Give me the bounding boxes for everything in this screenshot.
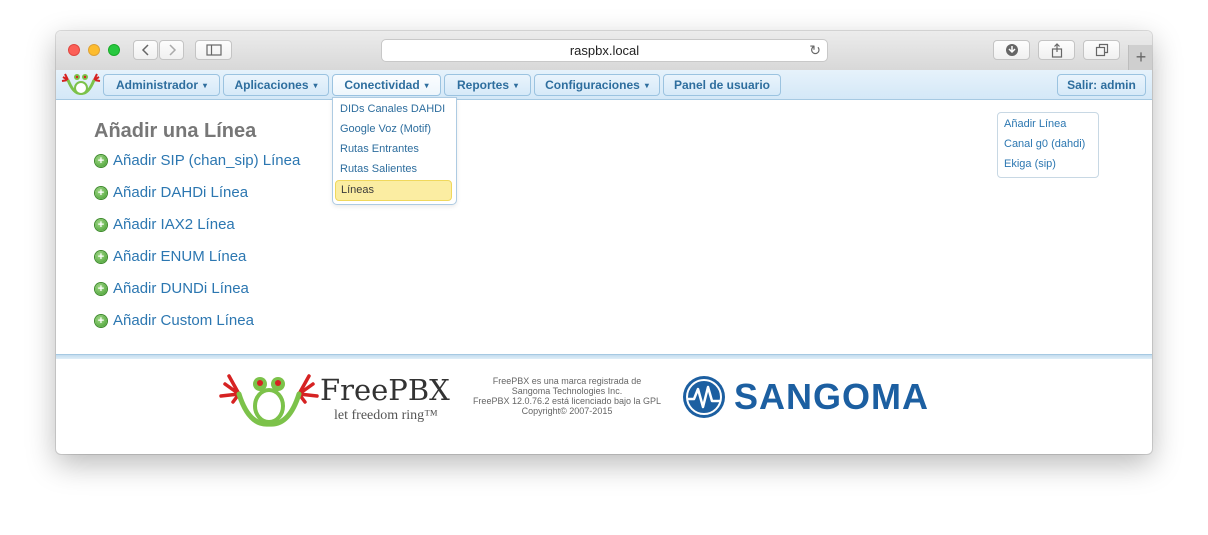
caret-down-icon: ▾ [203, 81, 208, 90]
menu-label: Conectividad [344, 78, 420, 92]
add-enum-trunk-link[interactable]: + Añadir ENUM Línea [95, 248, 246, 266]
sangoma-wordmark: SANGOMA [734, 376, 929, 417]
add-circle-icon: + [95, 187, 107, 199]
browser-titlebar: raspbx.local ↻ + [56, 31, 1152, 71]
menu-reportes[interactable]: Reportes ▾ [444, 74, 531, 96]
list-item: + Añadir ENUM Línea [95, 248, 300, 280]
dropdown-item-rutas-salientes[interactable]: Rutas Salientes [335, 160, 452, 179]
dropdown-item-lineas[interactable]: Líneas [335, 180, 452, 201]
footer-divider [56, 354, 1152, 359]
footer-line: Sangoma Technologies Inc. [511, 386, 623, 396]
download-icon [1005, 44, 1018, 56]
list-item: + Añadir DAHDi Línea [95, 184, 300, 216]
add-sip-trunk-link[interactable]: + Añadir SIP (chan_sip) Línea [95, 152, 300, 170]
url-text: raspbx.local [569, 43, 640, 58]
menu-label: Administrador [115, 78, 198, 92]
conectividad-dropdown: DIDs Canales DAHDI Google Voz (Motif) Ru… [332, 97, 457, 205]
dropdown-item-rutas-entrantes[interactable]: Rutas Entrantes [335, 140, 452, 159]
add-circle-icon: + [95, 251, 107, 263]
menu-administrador[interactable]: Administrador ▾ [103, 74, 220, 96]
footer-line: FreePBX es una marca registrada de [492, 376, 642, 386]
tabs-icon [1095, 43, 1108, 57]
logout-label: Salir: admin [1067, 78, 1136, 92]
menu-label: Aplicaciones [234, 78, 309, 92]
sangoma-logo-icon[interactable] [682, 375, 726, 419]
menu-conectividad[interactable]: Conectividad ▾ [332, 74, 441, 96]
chevron-left-icon [141, 44, 149, 56]
caret-down-icon: ▾ [514, 81, 519, 90]
link-label: Añadir IAX2 Línea [113, 216, 235, 233]
add-circle-icon: + [95, 219, 107, 231]
sidebar-icon [205, 44, 222, 56]
add-circle-icon: + [95, 283, 107, 295]
new-tab-button[interactable]: + [1128, 45, 1152, 70]
freepbx-frog-logo-small[interactable] [60, 71, 102, 97]
sidebar-link-ekiga[interactable]: Ekiga (sip) [1004, 158, 1056, 170]
link-label: Añadir DUNDi Línea [113, 280, 249, 297]
dropdown-item-google-voz[interactable]: Google Voz (Motif) [335, 120, 452, 139]
footer-line: Copyright© 2007-2015 [521, 406, 613, 416]
sidebar-link-add-trunk[interactable]: Añadir Línea [1004, 118, 1066, 130]
link-label: Añadir Custom Línea [113, 312, 254, 329]
footer-line: FreePBX 12.0.76.2 está licenciado bajo l… [472, 396, 662, 406]
chevron-right-icon [168, 44, 176, 56]
list-item: + Añadir SIP (chan_sip) Línea [95, 152, 300, 184]
trunk-sidebar: Añadir Línea Canal g0 (dahdi) Ekiga (sip… [997, 112, 1099, 178]
list-item: + Añadir DUNDi Línea [95, 280, 300, 312]
menu-label: Configuraciones [545, 78, 640, 92]
freepbx-menubar: Administrador ▾ Aplicaciones ▾ Conectivida… [56, 70, 1152, 100]
share-icon [1051, 42, 1062, 58]
add-trunk-list: + Añadir SIP (chan_sip) Línea + Añadir DAH… [95, 152, 300, 344]
link-label: Añadir ENUM Línea [113, 248, 247, 265]
dropdown-item-dids[interactable]: DIDs Canales DAHDI [335, 100, 452, 119]
address-bar[interactable]: raspbx.local ↻ [381, 39, 828, 62]
list-item: + Añadir Custom Línea [95, 312, 300, 344]
footer-legal-text: FreePBX es una marca registrada de Sango… [458, 376, 676, 416]
add-dahdi-trunk-link[interactable]: + Añadir DAHDi Línea [95, 184, 248, 202]
menu-label: Panel de usuario [673, 78, 771, 92]
freepbx-frog-logo[interactable] [219, 372, 319, 428]
reload-icon[interactable]: ↻ [809, 40, 821, 61]
menu-panel-de-usuario[interactable]: Panel de usuario [663, 74, 781, 96]
add-dundi-trunk-link[interactable]: + Añadir DUNDi Línea [95, 280, 249, 298]
add-iax2-trunk-link[interactable]: + Añadir IAX2 Línea [95, 216, 235, 234]
back-button[interactable] [133, 40, 158, 60]
share-button[interactable] [1038, 40, 1075, 60]
add-circle-icon: + [95, 155, 107, 167]
menu-label: Reportes [456, 78, 509, 92]
minimize-window-button[interactable] [88, 44, 100, 56]
logout-button[interactable]: Salir: admin [1057, 74, 1146, 96]
close-window-button[interactable] [68, 44, 80, 56]
freepbx-tagline: let freedom ring™ [334, 408, 438, 423]
downloads-button[interactable] [993, 40, 1030, 60]
menu-configuraciones[interactable]: Configuraciones ▾ [534, 74, 660, 96]
add-custom-trunk-link[interactable]: + Añadir Custom Línea [95, 312, 254, 330]
tabs-overview-button[interactable] [1083, 40, 1120, 60]
caret-down-icon: ▾ [644, 81, 649, 90]
caret-down-icon: ▾ [424, 81, 429, 90]
sidebar-link-canal-g0[interactable]: Canal g0 (dahdi) [1004, 138, 1085, 150]
link-label: Añadir DAHDi Línea [113, 184, 249, 201]
add-circle-icon: + [95, 315, 107, 327]
forward-button[interactable] [159, 40, 184, 60]
caret-down-icon: ▾ [313, 81, 318, 90]
page-title: Añadir una Línea [94, 120, 257, 142]
sidebar-toggle-button[interactable] [195, 40, 232, 60]
freepbx-wordmark: FreePBX [320, 373, 450, 407]
menu-aplicaciones[interactable]: Aplicaciones ▾ [223, 74, 329, 96]
link-label: Añadir SIP (chan_sip) Línea [113, 152, 301, 169]
zoom-window-button[interactable] [108, 44, 120, 56]
list-item: + Añadir IAX2 Línea [95, 216, 300, 248]
browser-window: raspbx.local ↻ + Administrador ▾ Aplicaci… [56, 31, 1152, 454]
